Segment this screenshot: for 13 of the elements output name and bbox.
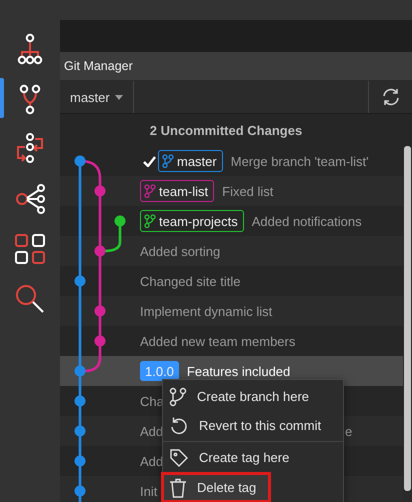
commit-message: Changed site title	[140, 274, 240, 288]
panel-title: Git Manager	[64, 59, 133, 73]
commit-message: Fixed list	[222, 184, 274, 198]
commit-message: Implement dynamic list	[140, 304, 272, 318]
commit-message: Features included	[186, 364, 290, 378]
commit-message: Added notifications	[252, 214, 362, 228]
commit-message: Merge branch 'team-list'	[230, 154, 369, 168]
commit-message: Add	[140, 424, 164, 438]
commit-message: Added sorting	[140, 244, 220, 258]
commit-message: Add	[140, 454, 164, 468]
commit-message: Init	[140, 484, 158, 498]
commit-message: e	[345, 424, 352, 438]
commit-message: Added new team members	[140, 334, 296, 348]
